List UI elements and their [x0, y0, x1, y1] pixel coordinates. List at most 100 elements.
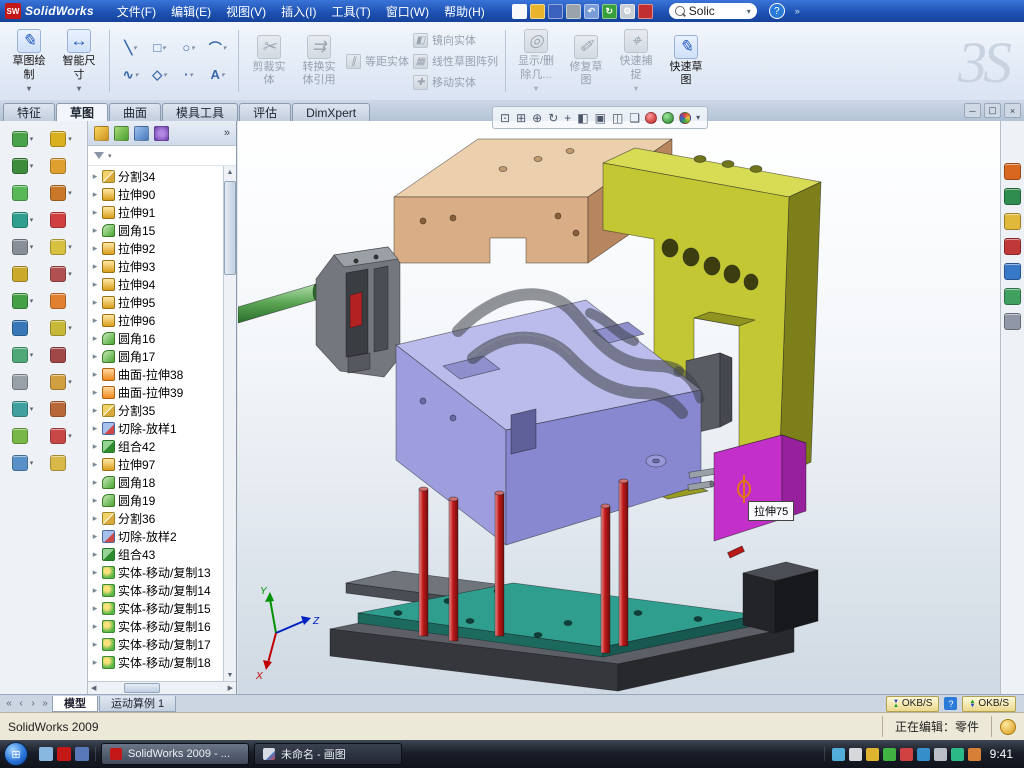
left-tool-icon[interactable]: ▾ — [44, 266, 83, 282]
left-tool-icon[interactable]: ▾ — [44, 131, 83, 147]
file-explorer-icon[interactable] — [1004, 213, 1021, 230]
linear-sketch-pattern-button[interactable]: ▦ 线性草图阵列 — [413, 53, 498, 69]
model-slide-clamp[interactable] — [238, 247, 400, 377]
left-tool-icon[interactable] — [5, 266, 44, 282]
menu-item[interactable]: 帮助(H) — [437, 1, 492, 22]
tree-item[interactable]: ▸ 拉伸90 — [88, 185, 223, 203]
tree-item[interactable]: ▸ 圆角15 — [88, 221, 223, 239]
smart-dimension-button[interactable]: ↔ 智能尺 寸▾ — [56, 26, 102, 96]
scroll-up-icon[interactable]: ▲ — [227, 166, 234, 178]
left-tool-icon[interactable] — [5, 374, 44, 390]
scroll-down-icon[interactable]: ▼ — [227, 669, 234, 681]
expand-arrow-icon[interactable]: ▸ — [91, 639, 99, 650]
expand-arrow-icon[interactable]: ▸ — [91, 603, 99, 614]
expand-arrow-icon[interactable]: ▸ — [91, 387, 99, 398]
left-tool-icon[interactable]: ▾ — [5, 158, 44, 174]
expand-arrow-icon[interactable]: ▸ — [91, 477, 99, 488]
search-dropdown-icon[interactable]: ▾ — [747, 7, 751, 16]
doc-nav-icon[interactable]: ‹ — [15, 698, 27, 709]
tree-item[interactable]: ▸ 拉伸97 — [88, 455, 223, 473]
sketch-entity-icon[interactable]: ◇▾ — [146, 62, 173, 87]
left-tool-icon[interactable] — [5, 320, 44, 336]
doc-nav-icon[interactable]: › — [27, 698, 39, 709]
tree-item[interactable]: ▸ 切除-放样2 — [88, 527, 223, 545]
tray-icon[interactable] — [866, 748, 879, 761]
help-icon[interactable]: ? — [769, 3, 785, 19]
offset-entities-button[interactable]: ∥ 等距实体 — [346, 53, 409, 69]
commandmanager-tab[interactable]: 模具工具 — [162, 103, 238, 121]
rebuild-icon[interactable]: ↻ — [602, 4, 617, 19]
sketch-entity-icon[interactable]: ⌒▾ — [204, 35, 231, 60]
solidworks-resources-icon[interactable] — [1004, 163, 1021, 180]
tray-icon[interactable] — [951, 748, 964, 761]
tree-item[interactable]: ▸ 拉伸96 — [88, 311, 223, 329]
quick-tips-icon[interactable] — [1000, 719, 1016, 735]
menu-item[interactable]: 文件(F) — [110, 1, 163, 22]
sketch-entity-icon[interactable]: ╲▾ — [117, 35, 144, 60]
menu-item[interactable]: 插入(I) — [274, 1, 323, 22]
left-tool-icon[interactable]: ▾ — [5, 293, 44, 309]
left-tool-icon[interactable]: ▾ — [44, 374, 83, 390]
commandmanager-tab[interactable]: 草图 — [56, 103, 108, 121]
view-settings-icon[interactable] — [679, 112, 691, 124]
scroll-left-icon[interactable]: ◀ — [91, 684, 96, 692]
left-tool-icon[interactable]: ▾ — [5, 455, 44, 471]
rotate-view-icon[interactable]: ↻ — [548, 112, 558, 124]
left-tool-icon[interactable]: ▾ — [5, 239, 44, 255]
repair-sketch-button[interactable]: ✐ 修复草 图 — [563, 26, 609, 96]
model-corner-block[interactable] — [743, 562, 818, 633]
featuremanager-tab-icon[interactable] — [94, 126, 109, 141]
search-box[interactable]: Solic ▾ — [669, 3, 757, 19]
tree-item[interactable]: ▸ 实体-移动/复制18 — [88, 653, 223, 671]
propertymanager-tab-icon[interactable] — [114, 126, 129, 141]
tree-item[interactable]: ▸ 分割35 — [88, 401, 223, 419]
tree-item[interactable]: ▸ 圆角16 — [88, 329, 223, 347]
expand-arrow-icon[interactable]: ▸ — [91, 297, 99, 308]
sketch-entity-icon[interactable]: □▾ — [146, 35, 173, 60]
tree-item[interactable]: ▸ 曲面-拉伸38 — [88, 365, 223, 383]
tree-item[interactable]: ▸ 分割34 — [88, 167, 223, 185]
tree-item[interactable]: ▸ 实体-移动/复制14 — [88, 581, 223, 599]
left-tool-icon[interactable]: ▾ — [44, 428, 83, 444]
expand-arrow-icon[interactable]: ▸ — [91, 513, 99, 524]
tree-item[interactable]: ▸ 拉伸93 — [88, 257, 223, 275]
expand-arrow-icon[interactable]: ▸ — [91, 351, 99, 362]
tree-item[interactable]: ▸ 组合43 — [88, 545, 223, 563]
menu-item[interactable]: 工具(T) — [324, 1, 377, 22]
tree-item[interactable]: ▸ 曲面-拉伸39 — [88, 383, 223, 401]
mirror-entities-button[interactable]: ◧ 镜向实体 — [413, 32, 498, 48]
tree-vertical-scrollbar[interactable]: ▲ ▼ — [223, 166, 236, 681]
expand-arrow-icon[interactable]: ▸ — [91, 315, 99, 326]
expand-arrow-icon[interactable]: ▸ — [91, 369, 99, 380]
open-icon[interactable] — [530, 4, 545, 19]
expand-arrow-icon[interactable]: ▸ — [91, 531, 99, 542]
convert-entities-button[interactable]: ⇉ 转换实 体引用 — [296, 26, 342, 96]
trim-entities-button[interactable]: ✂ 剪裁实 体 — [246, 26, 292, 96]
tree-item[interactable]: ▸ 实体-移动/复制17 — [88, 635, 223, 653]
tree-item[interactable]: ▸ 实体-移动/复制16 — [88, 617, 223, 635]
left-tool-icon[interactable]: ▾ — [44, 320, 83, 336]
options-icon[interactable]: ⚙ — [620, 4, 635, 19]
scenes-icon[interactable] — [1004, 288, 1021, 305]
quick-snaps-button[interactable]: ⌖ 快速捕 捉▾ — [613, 26, 659, 96]
doc-nav-icon[interactable]: » — [39, 698, 51, 709]
tree-item[interactable]: ▸ 圆角19 — [88, 491, 223, 509]
scrollbar-thumb[interactable] — [224, 181, 236, 275]
move-entities-button[interactable]: ✚ 移动实体 — [413, 74, 498, 90]
sketch-button[interactable]: ✎ 草图绘 制▾ — [6, 26, 52, 96]
start-button[interactable]: ⊞ — [4, 742, 28, 766]
expand-arrow-icon[interactable]: ▸ — [91, 621, 99, 632]
left-tool-icon[interactable]: ▾ — [44, 185, 83, 201]
left-tool-icon[interactable]: ▾ — [44, 239, 83, 255]
left-tool-icon[interactable]: ▾ — [5, 401, 44, 417]
commandmanager-tab[interactable]: 评估 — [239, 103, 291, 121]
tree-item[interactable]: ▸ 分割36 — [88, 509, 223, 527]
meter-help-icon[interactable]: ? — [944, 697, 957, 710]
print-icon[interactable] — [566, 4, 581, 19]
zoom-in-out-icon[interactable]: ⊕ — [532, 112, 542, 124]
doc-nav-icon[interactable]: « — [3, 698, 15, 709]
left-tool-icon[interactable] — [5, 428, 44, 444]
new-document-icon[interactable] — [512, 4, 527, 19]
view-orientation-icon[interactable]: ▣ — [595, 112, 606, 124]
pan-icon[interactable]: + — [564, 112, 571, 124]
